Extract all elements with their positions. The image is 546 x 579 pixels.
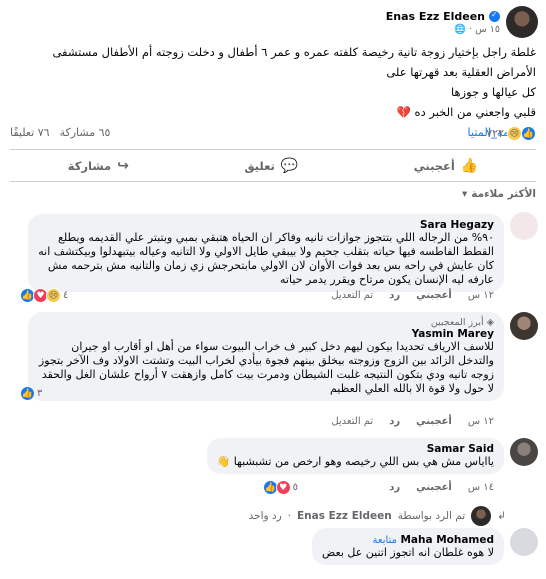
comment-sort-dropdown[interactable]: الأكثر ملاءمة ▾: [462, 188, 536, 200]
verified-badge-icon: [489, 10, 500, 22]
comment-reactions[interactable]: 👍 ٣: [20, 386, 43, 401]
comment-icon: 💬: [280, 158, 299, 174]
comment-like-button[interactable]: أعجبني: [416, 416, 452, 427]
sad-reaction-icon: 😢: [507, 126, 522, 141]
edited-label[interactable]: تم التعديل: [331, 416, 373, 427]
comment-item: Maha Mohamed متابعة لا هوه غلطان انه اتج…: [8, 528, 538, 576]
commenter-name[interactable]: Yasmin Marey: [38, 328, 494, 340]
author-avatar[interactable]: [506, 6, 538, 38]
post-text-line2: كل عيالها و جوزها: [450, 85, 536, 99]
comment-actions: ١٢ س أعجبني رد تم التعديل: [331, 290, 494, 301]
sort-label: الأكثر ملاءمة: [471, 188, 536, 200]
reactions-summary: ٧٢٢ 😢 👍 ٦٥ مشاركة ٧٦ تعليقًا: [10, 126, 536, 144]
commenter-avatar[interactable]: [510, 528, 538, 556]
comment-text: لا هوه غلطان انه اتجوز اتنين عل بعض: [322, 546, 494, 559]
follow-button[interactable]: متابعة: [373, 535, 397, 546]
comment-label: تعليق: [244, 159, 275, 173]
comment-reaction-count: ٤: [63, 290, 69, 301]
post-header: Enas Ezz Eldeen ١٥ س · 🌐: [8, 6, 538, 40]
comment-reaction-count: ٣: [37, 388, 43, 399]
top-fan-label: أبرز المعجبين: [430, 317, 484, 328]
share-button[interactable]: ↪ مشاركة: [68, 153, 129, 179]
author-name[interactable]: Enas Ezz Eldeen: [386, 10, 485, 23]
globe-icon: 🌐: [454, 24, 467, 35]
reaction-icons[interactable]: ٧٢٢ 😢 👍: [486, 126, 536, 141]
chevron-down-icon: ▾: [462, 188, 468, 200]
comment-item: Sara Hegazy ٩٠% من الرجاله اللي بتتجوز ج…: [8, 212, 538, 303]
comment-reply-button[interactable]: رد: [389, 416, 400, 427]
edited-label[interactable]: تم التعديل: [331, 290, 373, 301]
love-reaction-icon: ♥: [275, 480, 291, 495]
thumbs-up-icon: 👍: [460, 158, 479, 174]
meta-separator: ·: [469, 24, 473, 35]
comments-count[interactable]: ٧٦ تعليقًا: [10, 126, 50, 139]
like-reaction-icon: 👍: [20, 386, 35, 401]
reply-count: رد واحد: [248, 510, 282, 522]
author-name-row[interactable]: Enas Ezz Eldeen: [386, 10, 500, 23]
reply-arrow-icon: ↲: [497, 510, 506, 522]
commenter-name[interactable]: Sara Hegazy: [38, 219, 494, 231]
reply-author: Enas Ezz Eldeen: [297, 510, 392, 522]
comment-reply-button[interactable]: رد: [389, 290, 400, 301]
like-reaction-icon: 👍: [521, 126, 536, 141]
comment-text: يااياس مش هي بس اللي رخيصه وهو ارخص من ت…: [216, 455, 494, 468]
comment-bubble: Maha Mohamed متابعة لا هوه غلطان انه اتج…: [312, 528, 504, 565]
commenter-header: Maha Mohamed متابعة: [322, 533, 494, 546]
top-fan-badge: ◈ أبرز المعجبين: [38, 317, 494, 328]
comment-bubble: Samar Said يااياس مش هي بس اللي رخيصه وه…: [206, 438, 504, 474]
comment-reactions[interactable]: 👍 ♥ ٥: [262, 480, 298, 495]
comment-actions: ١٤ س أعجبني رد: [389, 482, 494, 493]
commenter-avatar[interactable]: [510, 312, 538, 340]
divider: [10, 149, 536, 150]
like-label: أعجبني: [413, 159, 455, 173]
diamond-icon: ◈: [486, 317, 494, 328]
comment-bubble: Sara Hegazy ٩٠% من الرجاله اللي بتتجوز ج…: [28, 214, 504, 292]
comment-time[interactable]: ١٤ س: [468, 482, 494, 493]
post-time[interactable]: ١٥ س: [475, 24, 500, 35]
comment-reactions[interactable]: 👍 ♥ 😢 ٤: [20, 288, 69, 303]
comment-item: Samar Said يااياس مش هي بس اللي رخيصه وه…: [8, 436, 538, 498]
comment-item: ◈ أبرز المعجبين Yasmin Marey للاسف الاري…: [8, 310, 538, 430]
share-icon: ↪: [117, 158, 129, 174]
reply-prefix: تم الرد بواسطة: [397, 510, 466, 522]
divider: [10, 181, 536, 182]
comment-reaction-count: ٥: [292, 482, 298, 493]
commenter-name[interactable]: Samar Said: [217, 443, 494, 455]
comment-reply-button[interactable]: رد: [389, 482, 400, 493]
view-replies-link[interactable]: ↲ تم الرد بواسطة Enas Ezz Eldeen · رد وا…: [249, 506, 506, 526]
post-counts: ٦٥ مشاركة ٧٦ تعليقًا: [10, 126, 110, 139]
post-text-line1: غلطة راجل بإختيار زوجة تانية رخيصة كلفته…: [52, 45, 536, 79]
post-text-line3: قلبي واجعني من الخبر ده 💔: [396, 105, 536, 119]
like-button[interactable]: 👍 أعجبني: [414, 153, 479, 179]
comment-text: ٩٠% من الرجاله اللي بتتجوز جوازات تانيه …: [38, 231, 494, 286]
post-meta: ١٥ س · 🌐: [454, 24, 500, 35]
replier-avatar: [471, 506, 492, 526]
comment-time[interactable]: ١٢ س: [468, 290, 494, 301]
reply-separator: ·: [287, 510, 291, 522]
share-label: مشاركة: [67, 159, 112, 173]
comment-button[interactable]: 💬 تعليق: [244, 153, 298, 179]
commenter-avatar[interactable]: [510, 212, 538, 240]
post-actions: 👍 أعجبني 💬 تعليق ↪ مشاركة: [10, 153, 536, 179]
commenter-name[interactable]: Maha Mohamed: [400, 534, 494, 546]
shares-count[interactable]: ٦٥ مشاركة: [60, 126, 111, 139]
comment-bubble: ◈ أبرز المعجبين Yasmin Marey للاسف الاري…: [28, 312, 504, 401]
comment-text: للاسف الارياف تحديدا بيكون ليهم دخل كبير…: [38, 340, 494, 395]
comment-actions: ١٢ س أعجبني رد تم التعديل: [331, 416, 494, 427]
comment-like-button[interactable]: أعجبني: [416, 290, 452, 301]
comment-like-button[interactable]: أعجبني: [416, 482, 452, 493]
comment-time[interactable]: ١٢ س: [468, 416, 494, 427]
sad-reaction-icon: 😢: [46, 288, 61, 303]
reaction-count[interactable]: ٧٢٢: [486, 127, 504, 140]
commenter-avatar[interactable]: [510, 438, 538, 466]
